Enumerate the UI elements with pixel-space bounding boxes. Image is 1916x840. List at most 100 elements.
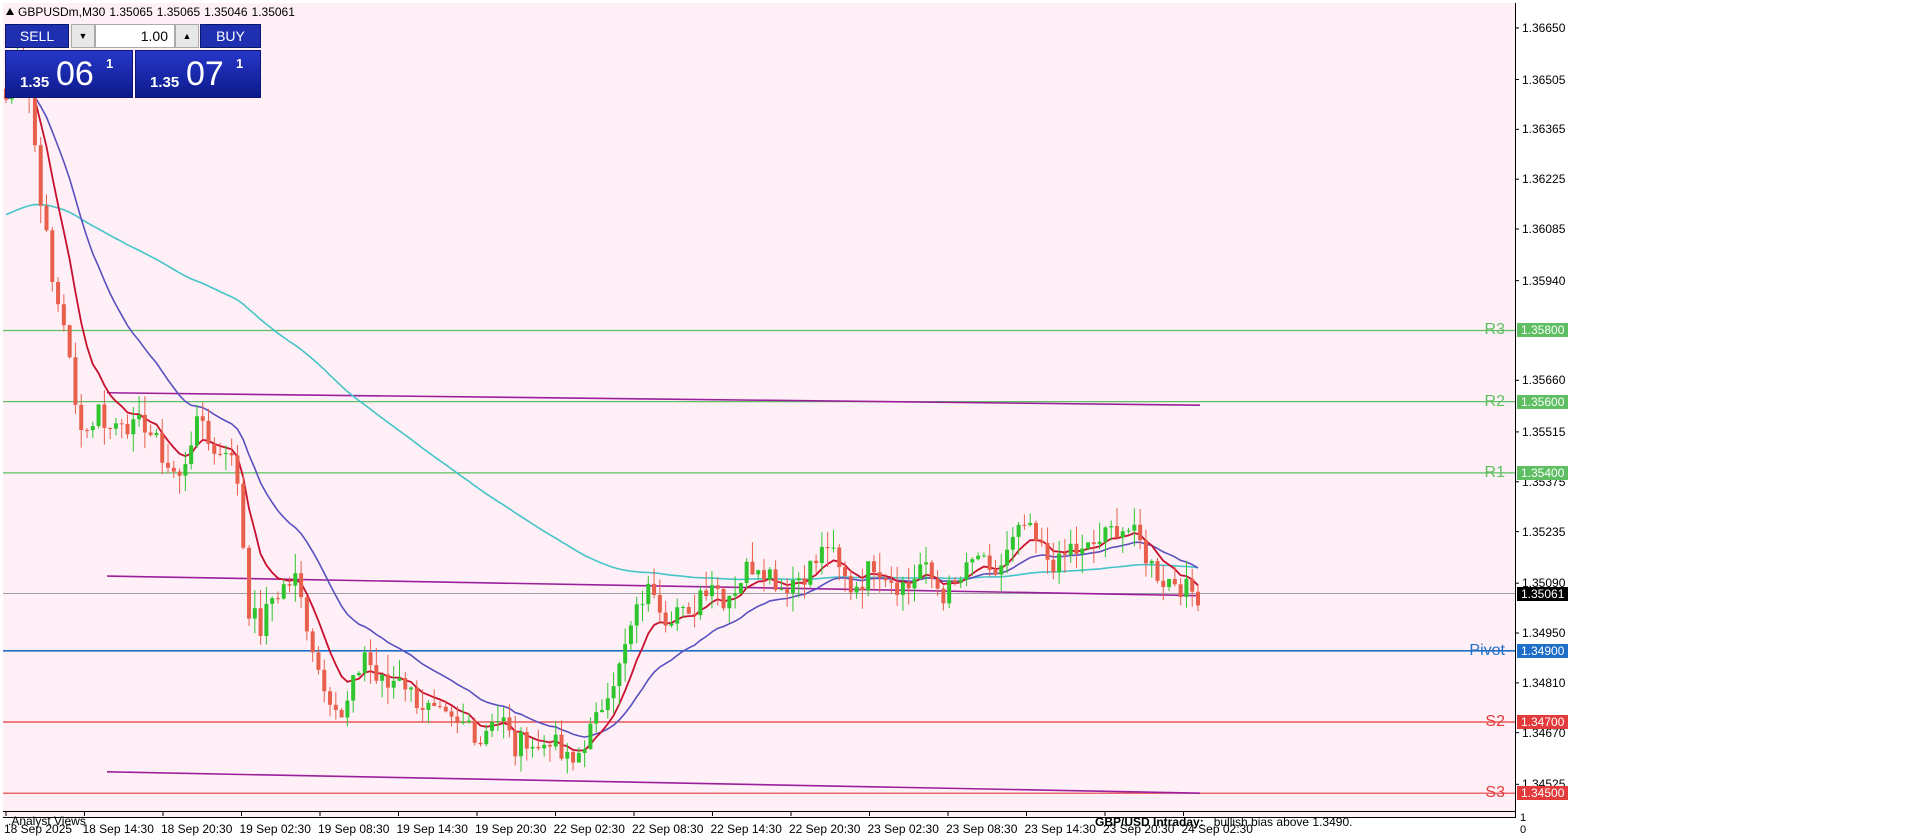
y-tick-label: 1.36085 bbox=[1522, 222, 1566, 237]
candle-body bbox=[85, 430, 90, 432]
candle-body bbox=[825, 546, 830, 549]
candle-body bbox=[1062, 553, 1067, 556]
candle-body bbox=[218, 453, 223, 455]
candle-body bbox=[385, 674, 390, 688]
buy-button[interactable]: BUY bbox=[200, 24, 261, 48]
candle-body bbox=[547, 744, 552, 747]
candle-body bbox=[1033, 522, 1038, 541]
candle-body bbox=[125, 423, 130, 435]
candle-body bbox=[90, 426, 95, 431]
candle-body bbox=[304, 597, 309, 632]
y-tick-label: 1.35515 bbox=[1522, 424, 1566, 439]
candle-body bbox=[924, 562, 929, 565]
ema-slow-line bbox=[5, 203, 1199, 581]
candle-body bbox=[594, 712, 599, 724]
candle-body bbox=[808, 560, 813, 585]
lot-decrease-icon[interactable]: ▼ bbox=[71, 24, 95, 48]
candle-body bbox=[796, 578, 801, 581]
candle-body bbox=[391, 680, 396, 688]
symbol-timeframe: GBPUSDm,M30 bbox=[18, 5, 106, 19]
candle-body bbox=[582, 749, 587, 754]
candle-body bbox=[310, 631, 315, 653]
analyst-view-title: GBP/USD Intraday: bbox=[1095, 815, 1204, 829]
candle-body bbox=[293, 573, 298, 586]
candle-body bbox=[542, 744, 547, 749]
candle-body bbox=[142, 414, 147, 433]
candle-body bbox=[987, 555, 992, 571]
candle-body bbox=[235, 455, 240, 484]
chart-window: GBPUSDm,M30 1.35065 1.35065 1.35046 1.35061 … bbox=[0, 0, 1916, 840]
candle-body bbox=[704, 590, 709, 597]
candle-body bbox=[871, 561, 876, 573]
ohlc-low: 1.35046 bbox=[204, 5, 248, 19]
y-tick-label: 1.34810 bbox=[1522, 675, 1566, 690]
candle-body bbox=[646, 583, 651, 605]
level-price-tag: 1.34700 bbox=[1517, 715, 1569, 729]
lot-size-input[interactable]: 1.00 bbox=[95, 24, 175, 48]
collapse-triangle-icon[interactable] bbox=[6, 8, 14, 15]
x-tick-label: 23 Sep 02:30 bbox=[867, 822, 939, 836]
candle-body bbox=[929, 562, 934, 579]
candle-body bbox=[108, 427, 113, 429]
level-price-tag: 1.35600 bbox=[1517, 394, 1569, 409]
buy-price-sup: 1 bbox=[236, 56, 244, 71]
candle-body bbox=[854, 586, 859, 593]
ema-mid-line bbox=[5, 90, 1199, 738]
candle-body bbox=[686, 606, 691, 614]
candle-body bbox=[1161, 580, 1166, 588]
candle-body bbox=[73, 357, 78, 405]
candle-body bbox=[513, 730, 518, 757]
lot-increase-icon[interactable]: ▲ bbox=[175, 24, 199, 48]
candle-body bbox=[333, 704, 338, 710]
level-name-r2: R2 bbox=[1484, 392, 1505, 410]
candle-body bbox=[877, 572, 882, 578]
candle-body bbox=[1132, 524, 1137, 531]
candle-body bbox=[495, 721, 500, 723]
candle-body bbox=[461, 722, 466, 724]
candle-body bbox=[328, 691, 333, 705]
indicator-separator[interactable] bbox=[3, 811, 1515, 812]
candle-body bbox=[843, 567, 848, 577]
candle-body bbox=[241, 483, 246, 548]
sell-button[interactable]: SELL bbox=[5, 24, 69, 48]
candle-body bbox=[733, 593, 738, 596]
candle-body bbox=[652, 583, 657, 596]
candle-body bbox=[67, 325, 72, 358]
candle-body bbox=[148, 432, 153, 436]
candle-body bbox=[617, 663, 622, 687]
candle-body bbox=[571, 751, 576, 763]
candle-body bbox=[113, 423, 118, 429]
candle-body bbox=[553, 734, 558, 747]
candle-body bbox=[866, 561, 871, 591]
candle-body bbox=[576, 753, 581, 763]
candle-body bbox=[756, 570, 761, 575]
candle-body bbox=[600, 710, 604, 713]
candle-body bbox=[669, 623, 674, 626]
candle-body bbox=[102, 404, 107, 428]
candle-body bbox=[119, 423, 124, 425]
candle-body bbox=[56, 281, 61, 305]
candle-body bbox=[1051, 559, 1056, 573]
candle-body bbox=[883, 577, 888, 581]
buy-price-button[interactable]: 1.35 07 1 bbox=[135, 50, 261, 98]
candle-body bbox=[727, 595, 732, 609]
candle-body bbox=[1045, 542, 1050, 560]
candle-body bbox=[368, 652, 373, 666]
chart-title-bar: GBPUSDm,M30 1.35065 1.35065 1.35046 1.35061 bbox=[6, 5, 299, 19]
candle-body bbox=[958, 579, 963, 583]
candle-body bbox=[362, 652, 367, 673]
candle-body bbox=[779, 589, 784, 591]
candle-body bbox=[501, 717, 506, 722]
candle-body bbox=[166, 462, 171, 468]
candle-body bbox=[819, 546, 824, 564]
x-tick-label: 22 Sep 14:30 bbox=[710, 822, 782, 836]
candle-body bbox=[61, 304, 66, 326]
y-tick-label: 1.36650 bbox=[1522, 20, 1566, 35]
candle-body bbox=[947, 580, 952, 604]
candle-body bbox=[790, 580, 795, 593]
sell-price-big: 06 bbox=[56, 55, 94, 93]
sell-price-button[interactable]: 1.35 06 1 bbox=[5, 50, 133, 98]
candle-body bbox=[1039, 540, 1044, 543]
candle-body bbox=[981, 555, 986, 557]
level-price-tag: 1.35400 bbox=[1517, 465, 1569, 480]
